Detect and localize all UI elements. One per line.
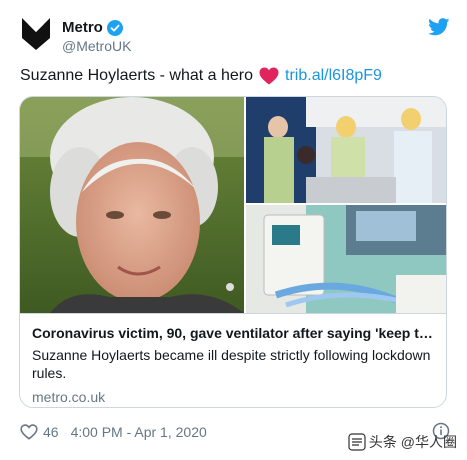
tweet-body: Suzanne Hoylaerts - what a hero	[20, 67, 254, 84]
account-name-row[interactable]: Metro	[62, 19, 123, 36]
card-title[interactable]: Coronavirus victim, 90, gave ventilator …	[32, 324, 436, 342]
tweet-link[interactable]: trib.al/l6I8pF9	[285, 67, 382, 85]
tweet-text: Suzanne Hoylaerts - what a hero trib.al/…	[20, 67, 382, 85]
tweet-header: Metro @MetroUK	[20, 16, 450, 58]
toutiao-logo-icon	[348, 433, 366, 451]
medical-staff-photo	[246, 97, 446, 203]
watermark: 头条 @华人圈	[348, 432, 457, 452]
card-description: Suzanne Hoylaerts became ill despite str…	[32, 347, 431, 381]
card-body[interactable]: Coronavirus victim, 90, gave ventilator …	[20, 313, 446, 407]
verified-badge-icon	[106, 19, 123, 36]
like-count[interactable]: 46	[43, 424, 59, 440]
card-image-collage[interactable]	[20, 97, 446, 313]
watermark-text: 头条 @华人圈	[368, 434, 457, 450]
link-preview-card[interactable]: Coronavirus victim, 90, gave ventilator …	[19, 96, 447, 408]
like-heart-icon[interactable]	[20, 424, 38, 440]
tweet-timestamp[interactable]: 4:00 PM - Apr 1, 2020	[71, 424, 207, 440]
card-domain[interactable]: metro.co.uk	[32, 388, 436, 406]
metro-logo-avatar[interactable]	[20, 16, 52, 52]
ventilator-machine-photo	[246, 205, 446, 313]
account-name[interactable]: Metro	[62, 19, 103, 36]
account-handle[interactable]: @MetroUK	[62, 38, 131, 54]
portrait-photo-elderly-woman	[20, 97, 244, 313]
red-heart-icon	[259, 67, 279, 85]
twitter-bird-icon[interactable]	[428, 18, 450, 36]
